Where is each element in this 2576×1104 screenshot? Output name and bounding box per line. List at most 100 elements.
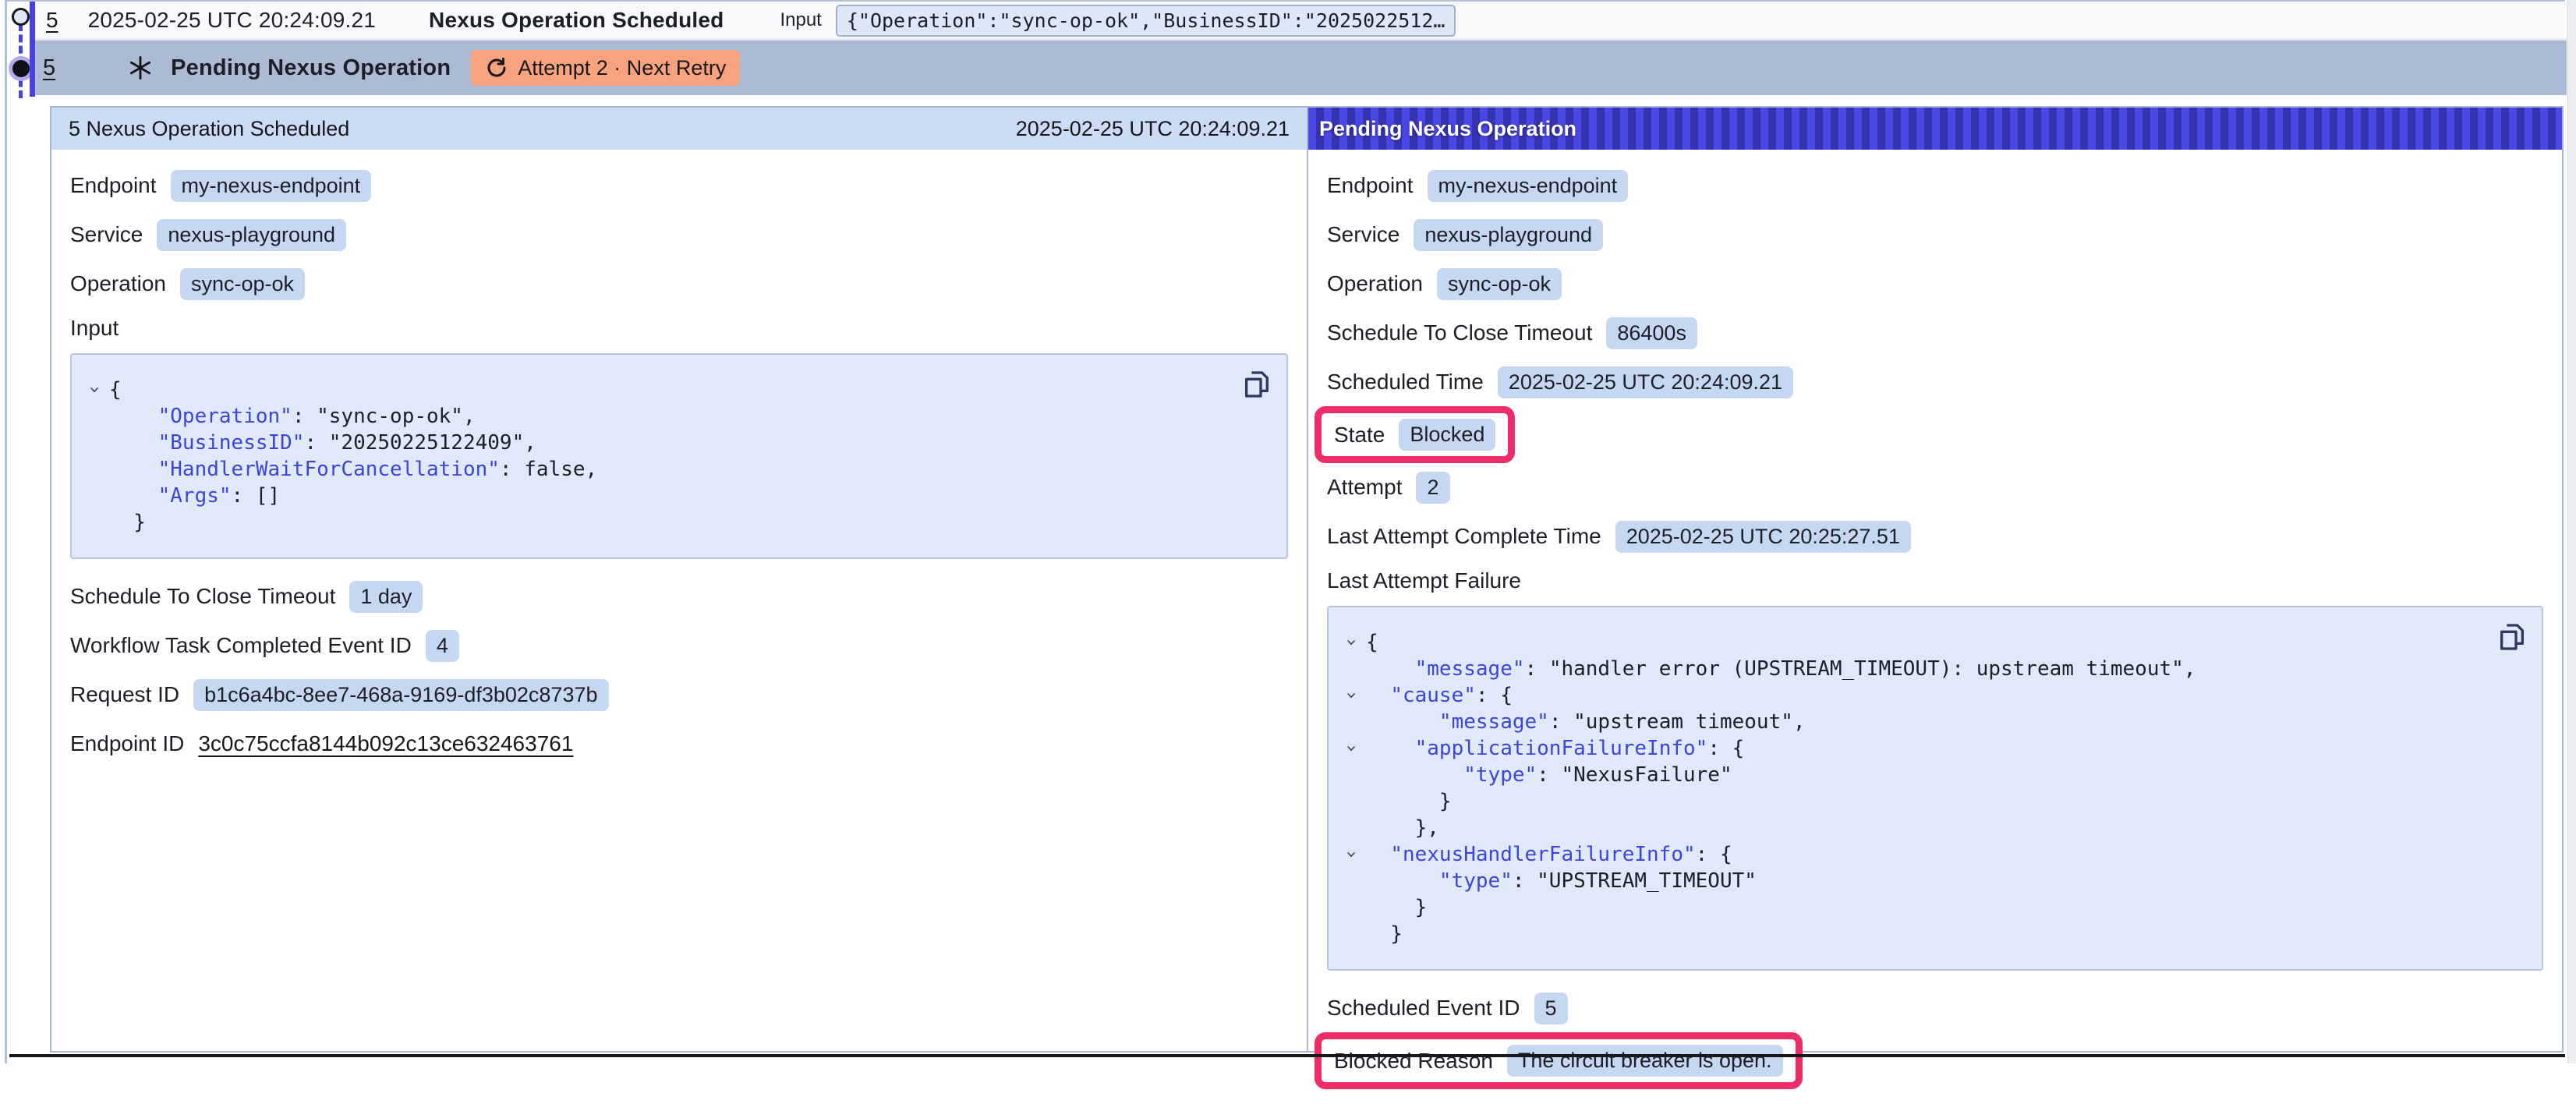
code-line: "HandlerWaitForCancellation": false, bbox=[81, 456, 1232, 483]
code-text: "message": "upstream timeout", bbox=[1366, 709, 1806, 735]
field-row-endpoint-id: Endpoint ID 3c0c75ccfa8144b092c13ce632463… bbox=[70, 727, 1288, 761]
field-label: Blocked Reason bbox=[1334, 1049, 1493, 1074]
scheduled-event-details-column: 5 Nexus Operation Scheduled 2025-02-25 U… bbox=[51, 108, 1307, 1051]
field-label: Endpoint ID bbox=[70, 731, 184, 756]
field-row-schedule-to-close-timeout: Schedule To Close Timeout86400s bbox=[1327, 316, 2543, 350]
copy-button[interactable] bbox=[2496, 620, 2528, 654]
row-bottom-divider bbox=[9, 1054, 2565, 1057]
field-label: Scheduled Time bbox=[1327, 370, 1484, 395]
scheduled-details-time: 2025-02-25 UTC 20:24:09.21 bbox=[1016, 117, 1290, 141]
field-value: nexus-playground bbox=[1414, 219, 1603, 251]
event-row-nexus-operation-scheduled[interactable]: 5 2025-02-25 UTC 20:24:09.21 Nexus Opera… bbox=[35, 2, 2567, 41]
field-label: Last Attempt Complete Time bbox=[1327, 524, 1601, 549]
code-gutter: › bbox=[1338, 629, 1366, 656]
code-line: } bbox=[81, 509, 1232, 536]
copy-button[interactable] bbox=[1241, 367, 1272, 402]
field-row-attempt: Attempt 2 bbox=[1327, 470, 2543, 504]
field-value: sync-op-ok bbox=[1437, 268, 1562, 300]
code-text: "type": "UPSTREAM_TIMEOUT" bbox=[1366, 868, 1757, 894]
asterisk-pending-icon bbox=[127, 55, 154, 81]
annotation-highlight-box: Blocked Reason The circuit breaker is ope… bbox=[1315, 1032, 1803, 1089]
code-gutter: › bbox=[81, 377, 109, 403]
pending-operation-title: Pending Nexus Operation bbox=[171, 55, 451, 81]
code-text: } bbox=[1366, 921, 1403, 947]
field-row-operation: Operationsync-op-ok bbox=[1327, 267, 2543, 301]
field-value: 2 bbox=[1416, 472, 1449, 504]
field-row-operation: Operationsync-op-ok bbox=[70, 267, 1288, 301]
timeline-open-circle-icon bbox=[12, 8, 30, 26]
code-line: }, bbox=[1338, 815, 2487, 841]
field-value: 5 bbox=[1534, 993, 1568, 1024]
pending-event-id-link[interactable]: 5 bbox=[43, 55, 55, 81]
attempt-retry-badge: Attempt 2 · Next Retry bbox=[471, 50, 740, 86]
field-label-input: Input bbox=[70, 316, 1288, 341]
code-text: } bbox=[1366, 894, 1427, 921]
field-value[interactable]: 3c0c75ccfa8144b092c13ce632463761 bbox=[198, 731, 573, 756]
event-details-panel: 5 Nexus Operation Scheduled 2025-02-25 U… bbox=[50, 106, 2564, 1053]
field-row-state: StateBlocked bbox=[1327, 414, 2543, 455]
code-line: ›{ bbox=[1338, 629, 2487, 656]
field-label: Attempt bbox=[1327, 475, 1402, 500]
json-code-block-input: ›{ "Operation": "sync-op-ok", "BusinessI… bbox=[70, 353, 1288, 559]
field-value: b1c6a4bc-8ee7-468a-9169-df3b02c8737b bbox=[193, 679, 608, 711]
code-text: { bbox=[109, 377, 122, 403]
code-text: }, bbox=[1366, 815, 1439, 841]
collapse-chevron-icon[interactable]: › bbox=[1343, 851, 1361, 858]
field-row-service: Servicenexus-playground bbox=[70, 218, 1288, 252]
pending-nexus-operation-row[interactable]: 5 Pending Nexus Operation Attempt 2 · Ne… bbox=[35, 41, 2567, 95]
collapse-chevron-icon[interactable]: › bbox=[86, 386, 104, 394]
collapse-chevron-icon[interactable]: › bbox=[1343, 639, 1361, 646]
code-text: "Operation": "sync-op-ok", bbox=[109, 403, 476, 430]
field-label-last-attempt-failure: Last Attempt Failure bbox=[1327, 568, 2543, 593]
scheduled-details-title: 5 Nexus Operation Scheduled bbox=[69, 117, 349, 141]
field-label: Service bbox=[70, 222, 143, 247]
code-line: › "cause": { bbox=[1338, 682, 2487, 709]
code-text: "cause": { bbox=[1366, 682, 1513, 709]
field-row-service: Service nexus-playground bbox=[1327, 218, 2543, 252]
copy-icon bbox=[1241, 367, 1272, 402]
field-label: Schedule To Close Timeout bbox=[1327, 320, 1592, 345]
field-label: Operation bbox=[70, 271, 166, 296]
code-line: "type": "UPSTREAM_TIMEOUT" bbox=[1338, 868, 2487, 894]
code-text: "BusinessID": "20250225122409", bbox=[109, 430, 536, 456]
field-label: Service bbox=[1327, 222, 1399, 247]
field-label: Endpoint bbox=[70, 173, 157, 198]
code-line: › "applicationFailureInfo": { bbox=[1338, 735, 2487, 762]
field-label: Workflow Task Completed Event ID bbox=[70, 633, 412, 658]
field-label: State bbox=[1334, 423, 1385, 448]
code-text: "applicationFailureInfo": { bbox=[1366, 735, 1744, 762]
field-row-request-id: Request IDb1c6a4bc-8ee7-468a-9169-df3b02… bbox=[70, 678, 1288, 712]
field-value: my-nexus-endpoint bbox=[171, 170, 372, 202]
code-line: ›{ bbox=[81, 377, 1232, 403]
json-code-block-last-attempt-failure: ›{ "message": "handler error (UPSTREAM_T… bbox=[1327, 606, 2543, 971]
code-gutter bbox=[81, 483, 109, 509]
code-line: › "nexusHandlerFailureInfo": { bbox=[1338, 841, 2487, 868]
field-label: Scheduled Event ID bbox=[1327, 996, 1520, 1021]
code-text: "message": "handler error (UPSTREAM_TIME… bbox=[1366, 656, 2196, 682]
collapse-chevron-icon[interactable]: › bbox=[1343, 692, 1361, 699]
scheduled-details-header: 5 Nexus Operation Scheduled 2025-02-25 U… bbox=[51, 108, 1307, 150]
code-line: "message": "upstream timeout", bbox=[1338, 709, 2487, 735]
event-id-link[interactable]: 5 bbox=[46, 8, 58, 33]
code-gutter: › bbox=[1338, 841, 1366, 868]
code-gutter bbox=[1338, 656, 1366, 682]
field-row-scheduled-event-id: Scheduled Event ID 5 bbox=[1327, 991, 2543, 1025]
code-line: } bbox=[1338, 894, 2487, 921]
code-gutter bbox=[81, 430, 109, 456]
event-input-preview-chip[interactable]: {"Operation":"sync-op-ok","BusinessID":"… bbox=[836, 5, 1456, 37]
field-value: The circuit breaker is open. bbox=[1507, 1045, 1783, 1077]
field-row-scheduled-time: Scheduled Time2025-02-25 UTC 20:24:09.21 bbox=[1327, 365, 2543, 399]
event-timestamp: 2025-02-25 UTC 20:24:09.21 bbox=[88, 8, 376, 33]
code-line: "message": "handler error (UPSTREAM_TIME… bbox=[1338, 656, 2487, 682]
code-gutter bbox=[1338, 868, 1366, 894]
vertical-scrollbar[interactable] bbox=[2567, 0, 2576, 1063]
code-gutter: › bbox=[1338, 735, 1366, 762]
pending-details-header: Pending Nexus Operation bbox=[1308, 108, 2562, 150]
collapse-chevron-icon[interactable]: › bbox=[1343, 745, 1361, 752]
copy-icon bbox=[2496, 620, 2528, 654]
event-input-label: Input bbox=[780, 9, 821, 31]
field-row-schedule-to-close-timeout: Schedule To Close Timeout1 day bbox=[70, 579, 1288, 614]
selected-event-accent-bar bbox=[30, 2, 35, 97]
code-line: } bbox=[1338, 921, 2487, 947]
pending-details-title: Pending Nexus Operation bbox=[1319, 117, 1576, 141]
